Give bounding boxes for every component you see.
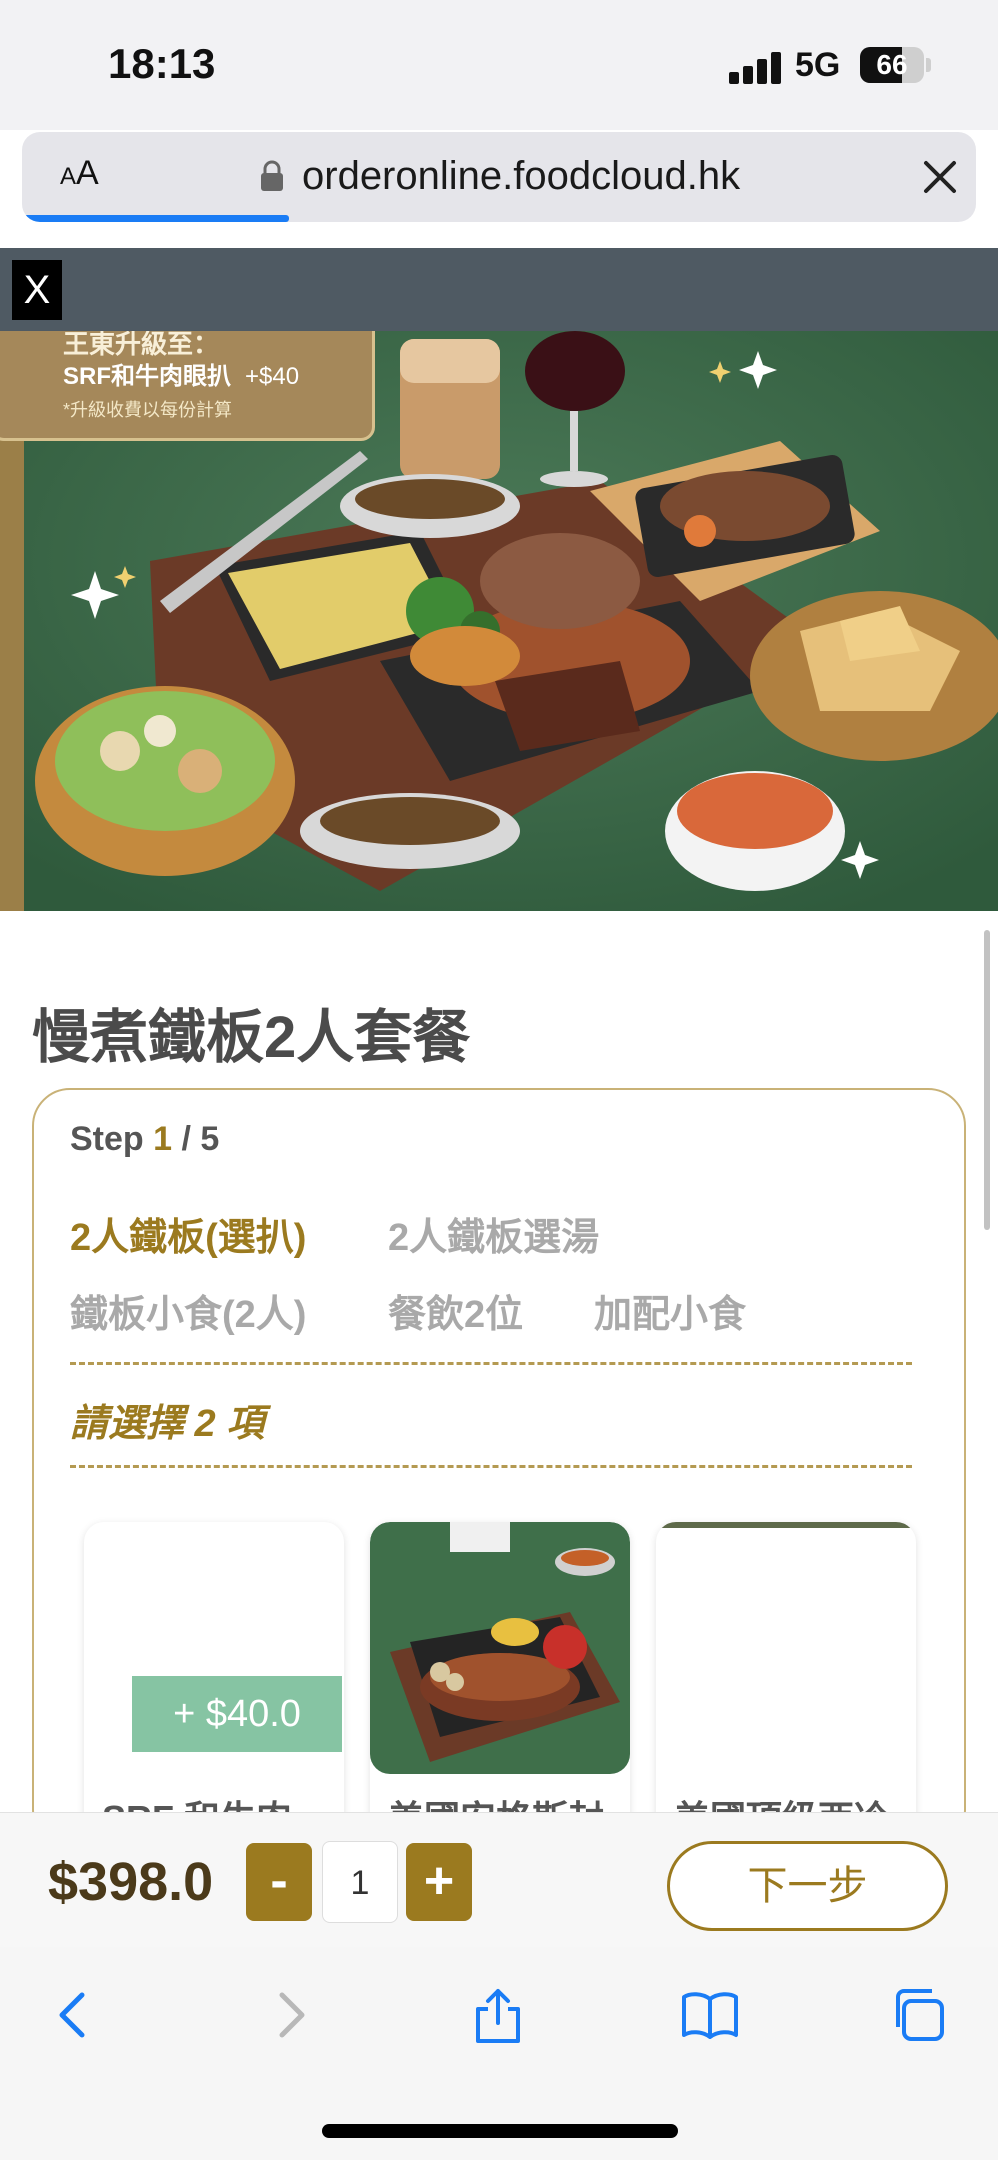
network-type: 5G [795,46,841,84]
cellular-signal-icon [729,50,781,84]
step-current: 1 [153,1120,173,1158]
tab-snack-selection[interactable]: 鐵板小食(2人) [70,1283,306,1338]
home-indicator [322,2124,678,2138]
order-bar: $398.0 - 1 + 下一步 [0,1812,998,1947]
battery-icon: 66 [860,47,924,83]
hero-image: 王東升級至： SRF和牛肉眼扒 +$40 *升級收費以每份計算 [0,331,998,911]
next-step-button[interactable]: 下一步 [667,1841,948,1931]
product-photo [370,1522,630,1774]
total-price: $398.0 [48,1852,214,1912]
scrollbar[interactable] [984,930,990,1230]
tab-steak-selection[interactable]: 2人鐵板(選扒) [70,1206,306,1261]
increase-quantity-button[interactable]: + [406,1843,472,1921]
promo-line2: SRF和牛肉眼扒 +$40 [63,356,299,391]
text-size-button[interactable]: AA [60,154,99,193]
divider [70,1465,912,1468]
step-word: Step [70,1120,144,1158]
banner-strip [0,248,998,331]
status-time: 18:13 [108,40,216,87]
battery-nub [926,58,931,72]
divider [70,1362,912,1365]
page-load-progress [22,215,290,222]
promo-note: *升級收費以每份計算 [63,400,233,420]
product-photo [656,1522,916,1528]
product-card[interactable]: 美國頂級西冷 [656,1522,916,1842]
back-icon[interactable] [44,1985,104,2045]
lock-icon [261,160,283,191]
tab-add-on-snacks[interactable]: 加配小食 [594,1283,746,1338]
step-total: / 5 [181,1120,220,1158]
tabs-icon[interactable] [890,1985,950,2045]
bookmarks-icon[interactable] [680,1985,740,2045]
url-text[interactable]: orderonline.foodcloud.hk [302,154,740,199]
status-bar: 18:13 5G 66 [0,0,998,130]
product-card[interactable]: 美國安格斯封 [370,1522,630,1842]
share-icon[interactable] [468,1985,528,2045]
decrease-quantity-button[interactable]: - [246,1843,312,1921]
page-title: 慢煮鐵板2人套餐 [32,1005,471,1070]
address-bar[interactable]: AA orderonline.foodcloud.hk [22,132,976,222]
close-icon[interactable] [920,157,960,197]
step-indicator: Step 1 / 5 [70,1120,219,1159]
promo-price: +$40 [245,363,300,390]
quantity-value[interactable]: 1 [322,1841,398,1923]
promo-tag: 王東升級至： SRF和牛肉眼扒 +$40 *升級收費以每份計算 [0,331,375,441]
promo-item: SRF和牛肉眼扒 [63,363,231,390]
banner-close-button[interactable]: X [12,260,62,320]
tab-drinks[interactable]: 餐飲2位 [388,1283,523,1338]
battery-percent: 66 [876,49,908,80]
select-hint: 請選擇 2 項 [70,1403,265,1445]
tab-soup-selection[interactable]: 2人鐵板選湯 [388,1206,599,1261]
forward-icon[interactable] [260,1985,320,2045]
surcharge-badge: + $40.0 [132,1676,342,1752]
